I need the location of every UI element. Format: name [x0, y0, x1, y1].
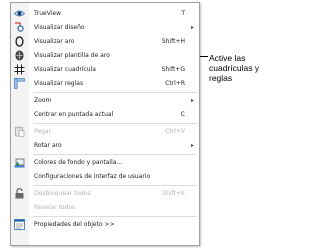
background-colors-icon [14, 158, 25, 168]
menu-item-label: Visualizar cuadrícula [34, 66, 96, 73]
submenu-arrow-icon: ▸ [190, 142, 194, 149]
submenu-arrow-icon: ▸ [190, 97, 194, 104]
eye-icon [14, 10, 25, 17]
display-design-icon [15, 22, 24, 32]
menu-item-shortcut: Ctrl+V [165, 128, 185, 135]
menu-item-propiedades-objeto[interactable]: Propiedades del objeto >> [11, 218, 199, 232]
menu-item-label: Visualizar diseño [34, 24, 85, 31]
menu-item-revelar-todos: Revelar todos [11, 201, 199, 215]
menu-item-pegar: Pegar Ctrl+V [11, 125, 199, 139]
menu-item-label: Visualizar aro [34, 38, 75, 45]
menu-item-label: Centrar en puntada actual [34, 111, 114, 118]
menu-separator [33, 123, 197, 124]
menu-item-label: Visualizar plantilla de aro [34, 52, 110, 59]
menu-item-shortcut: Shift+H [161, 38, 185, 45]
menu-separator [33, 92, 197, 93]
menu-item-label: Rotar aro [34, 142, 62, 149]
menu-item-label: Revelar todos [34, 204, 76, 211]
menu-item-visualizar-reglas[interactable]: Visualizar reglas Ctrl+R [11, 77, 199, 91]
submenu-arrow-icon: ▸ [190, 24, 194, 31]
hoop-icon [15, 36, 24, 47]
callout-line-1: Active las [209, 53, 246, 63]
menu-item-shortcut: Shift+K [162, 190, 185, 197]
menu-item-shortcut: Shift+G [161, 66, 185, 73]
grid-icon [14, 64, 25, 75]
menu-item-shortcut: Ctrl+R [165, 80, 185, 87]
menu-item-label: Zoom [34, 97, 52, 104]
callout-line-2: cuadrículas y [209, 63, 260, 73]
menu-separator [33, 216, 197, 217]
menu-item-shortcut: C [180, 111, 185, 118]
menu-item-desbloquear-todos: Desbloquear todos Shift+K [11, 187, 199, 201]
menu-item-trueview[interactable]: TrueView T [11, 7, 199, 21]
unlock-icon [15, 188, 24, 199]
menu-item-label: Pegar [34, 128, 52, 135]
callout-leader-line [200, 56, 208, 57]
menu-item-label: Visualizar reglas [34, 80, 84, 87]
menu-item-centrar-puntada[interactable]: Centrar en puntada actual C [11, 108, 199, 122]
menu-item-label: Configuraciones de interfaz de usuario [34, 173, 151, 180]
callout-annotation: Active las cuadrículas y reglas [209, 53, 289, 83]
context-menu: TrueView T Visualizar diseño ▸ Visualiza… [10, 2, 200, 246]
menu-item-visualizar-cuadricula[interactable]: Visualizar cuadrícula Shift+G [11, 63, 199, 77]
object-properties-icon [14, 219, 25, 230]
menu-item-colores-fondo[interactable]: Colores de fondo y pantalla... [11, 156, 199, 170]
menu-item-label: TrueView [34, 10, 61, 17]
menu-item-zoom[interactable]: Zoom ▸ [11, 94, 199, 108]
paste-icon [15, 126, 25, 137]
menu-item-visualizar-diseno[interactable]: Visualizar diseño ▸ [11, 21, 199, 35]
menu-item-label: Propiedades del objeto >> [34, 221, 115, 228]
callout-line-3: reglas [209, 73, 233, 83]
rulers-icon [14, 78, 25, 89]
menu-separator [33, 185, 197, 186]
hoop-template-icon [15, 50, 24, 61]
menu-item-configuraciones-interfaz[interactable]: Configuraciones de interfaz de usuario [11, 170, 199, 184]
menu-item-rotar-aro[interactable]: Rotar aro ▸ [11, 139, 199, 153]
menu-separator [33, 154, 197, 155]
menu-item-visualizar-aro[interactable]: Visualizar aro Shift+H [11, 35, 199, 49]
menu-item-label: Desbloquear todos [34, 190, 91, 197]
menu-item-visualizar-plantilla-aro[interactable]: Visualizar plantilla de aro [11, 49, 199, 63]
menu-item-label: Colores de fondo y pantalla... [34, 159, 123, 166]
menu-item-shortcut: T [181, 10, 185, 17]
